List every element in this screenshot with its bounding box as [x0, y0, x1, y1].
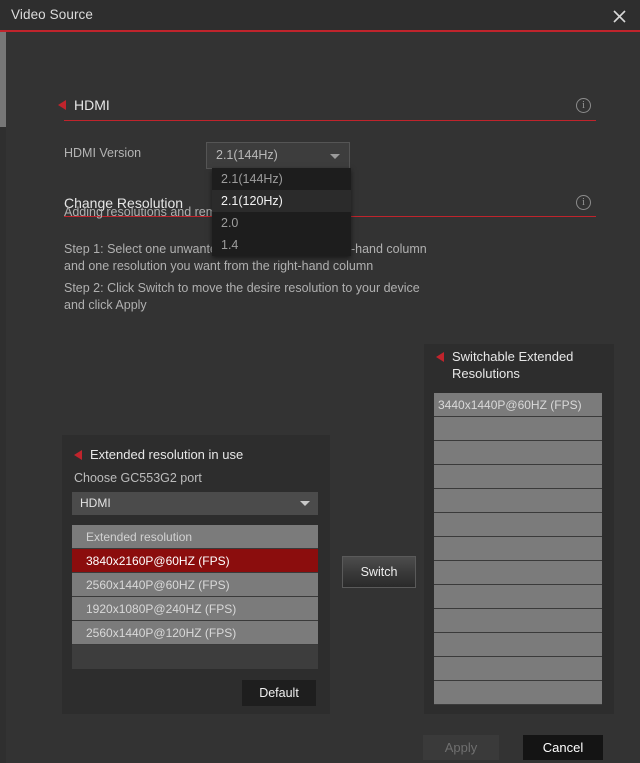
title-bar: Video Source [0, 0, 640, 31]
hdmi-version-value: 2.1(144Hz) [216, 148, 278, 162]
triangle-marker-icon [58, 100, 66, 110]
hdmi-version-select[interactable]: 2.1(144Hz) [206, 142, 350, 169]
table-row[interactable] [434, 633, 602, 657]
table-row[interactable] [434, 489, 602, 513]
cancel-button[interactable]: Cancel [523, 735, 603, 760]
table-row[interactable] [434, 417, 602, 441]
dialog-content: HDMI i HDMI Version 2.1(144Hz) Change Re… [6, 32, 640, 763]
video-source-dialog: Video Source HDMI i HDMI Version 2.1(144… [0, 0, 640, 763]
switchable-resolutions-title: Switchable Extended Resolutions [452, 348, 573, 382]
info-icon-change-resolution[interactable]: i [576, 195, 591, 210]
table-row[interactable]: 2560x1440P@60HZ (FPS) [72, 573, 318, 597]
table-row[interactable] [434, 585, 602, 609]
port-select[interactable]: HDMI [72, 492, 318, 515]
port-select-value: HDMI [80, 496, 111, 510]
chevron-down-icon [330, 154, 340, 159]
triangle-marker-icon [436, 352, 444, 362]
hdmi-version-dropdown-list[interactable]: 2.1(144Hz) 2.1(120Hz) 2.0 1.4 [212, 168, 351, 256]
instructions-step1-line2: and one resolution you want from the rig… [64, 259, 374, 273]
table-row[interactable] [434, 561, 602, 585]
hdmi-version-label: HDMI Version [64, 146, 142, 160]
switch-button[interactable]: Switch [342, 556, 416, 588]
table-row [72, 645, 318, 669]
table-row[interactable] [434, 537, 602, 561]
section-header-hdmi: HDMI [58, 97, 110, 113]
table-row[interactable]: 3440x1440P@60HZ (FPS) [434, 393, 602, 417]
section-rule-hdmi [64, 120, 596, 121]
apply-button[interactable]: Apply [423, 735, 499, 760]
choose-port-label: Choose GC553G2 port [74, 471, 202, 485]
chevron-down-icon [300, 501, 310, 506]
triangle-marker-icon [74, 449, 82, 460]
extended-resolution-title: Extended resolution in use [90, 447, 244, 462]
table-row[interactable]: 2560x1440P@120HZ (FPS) [72, 621, 318, 645]
extended-resolution-list-header: Extended resolution [72, 525, 318, 549]
table-row[interactable] [434, 609, 602, 633]
table-row[interactable]: 1920x1080P@240HZ (FPS) [72, 597, 318, 621]
table-row[interactable] [434, 513, 602, 537]
hdmi-version-option-0[interactable]: 2.1(144Hz) [212, 168, 351, 190]
switchable-title-line1: Switchable Extended [452, 349, 574, 364]
instructions-step2-line1: Step 2: Click Switch to move the desire … [64, 281, 420, 295]
info-icon-hdmi[interactable]: i [576, 98, 591, 113]
switchable-title-line2: Resolutions [452, 366, 520, 381]
extended-resolution-header: Extended resolution in use [74, 446, 243, 463]
instructions-step2-line2: and click Apply [64, 298, 147, 312]
table-row[interactable] [434, 657, 602, 681]
extended-resolution-list[interactable]: Extended resolution 3840x2160P@60HZ (FPS)… [72, 525, 318, 669]
table-row[interactable] [434, 441, 602, 465]
window-title: Video Source [11, 7, 94, 22]
table-row[interactable] [434, 465, 602, 489]
close-icon[interactable] [608, 5, 630, 27]
hdmi-version-option-2[interactable]: 2.0 [212, 212, 351, 234]
default-button[interactable]: Default [242, 680, 316, 706]
hdmi-version-option-1[interactable]: 2.1(120Hz) [212, 190, 351, 212]
section-title-hdmi: HDMI [74, 97, 110, 113]
switchable-resolutions-header: Switchable Extended Resolutions [436, 348, 606, 382]
table-row[interactable] [434, 681, 602, 705]
table-row[interactable]: 3840x2160P@60HZ (FPS) [72, 549, 318, 573]
switchable-resolutions-list[interactable]: 3440x1440P@60HZ (FPS) [434, 393, 602, 705]
hdmi-version-option-3[interactable]: 1.4 [212, 234, 351, 256]
